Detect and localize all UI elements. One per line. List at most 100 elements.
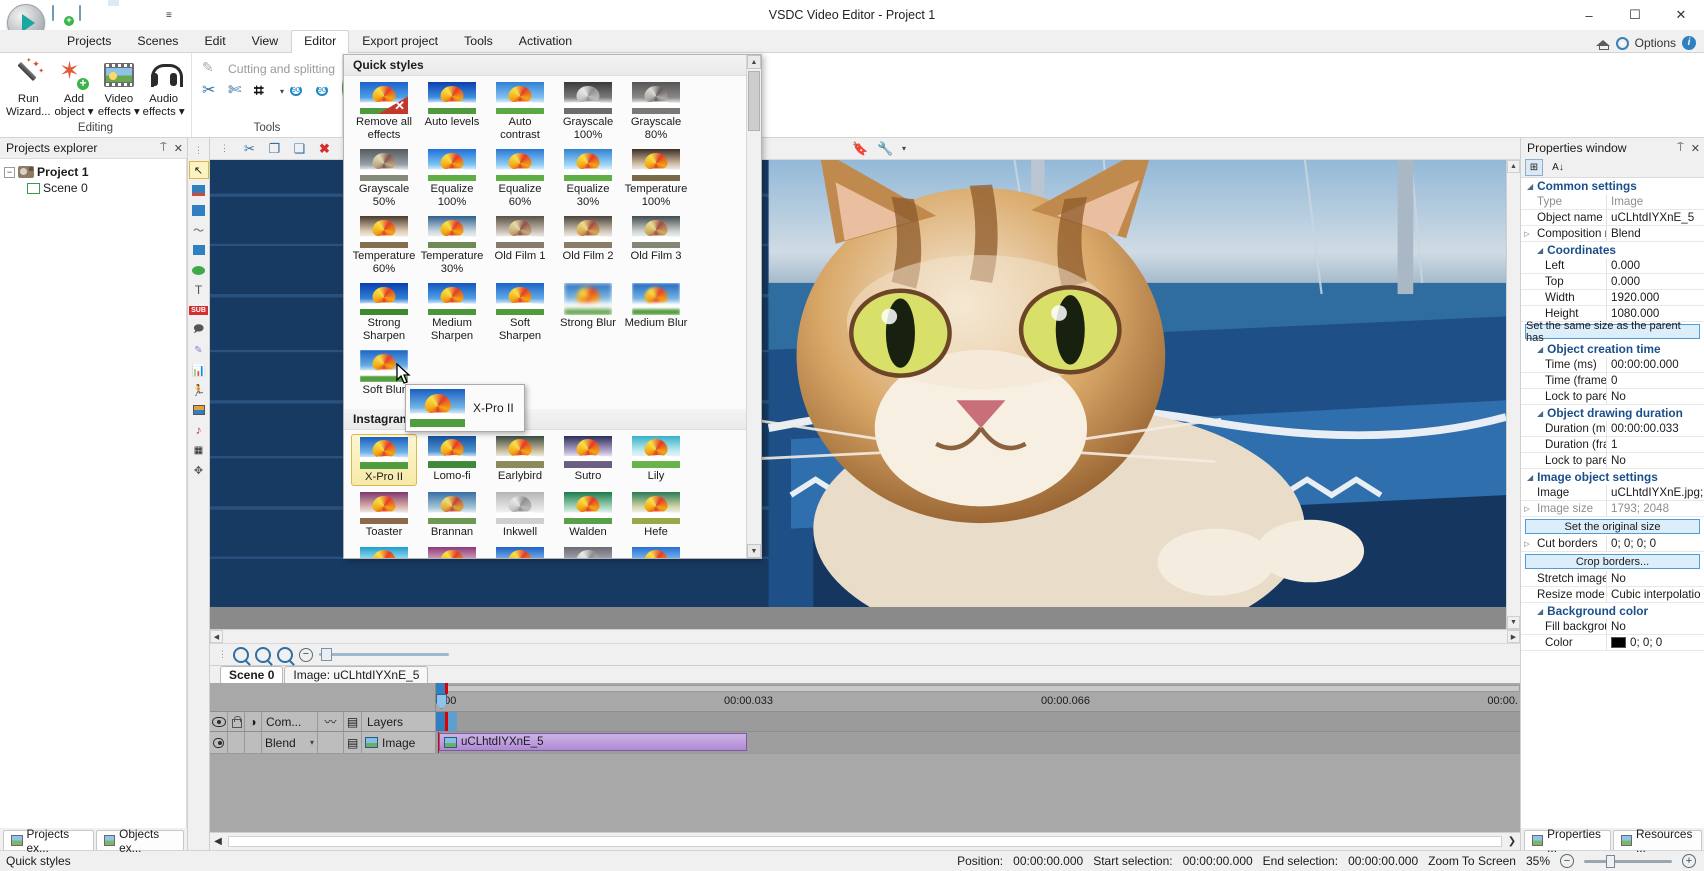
quick-style-item[interactable]: Old Film 1 [487, 214, 553, 277]
zoom-out-icon[interactable] [255, 646, 271, 663]
wrench-dropdown-icon[interactable]: ▾ [902, 144, 906, 153]
prop-left[interactable]: Left 0.000 [1521, 258, 1704, 274]
add-sprite-icon[interactable]: ✎ [190, 342, 208, 358]
quick-style-item[interactable]: Equalize 100% [419, 147, 485, 210]
quick-style-item[interactable]: Old Film 3 [623, 214, 689, 277]
quick-style-item[interactable]: Lily [623, 434, 689, 487]
quick-style-item[interactable]: Toaster [351, 490, 417, 541]
scroll-up-icon[interactable]: ▲ [1507, 160, 1520, 173]
zoom-in-icon[interactable] [233, 646, 249, 663]
prop-image-size[interactable]: ▷ Image size 1793; 2048 [1521, 501, 1704, 517]
quick-style-item[interactable]: 1977 [623, 545, 689, 558]
row-audio-icon[interactable] [318, 732, 344, 753]
rotate-right-icon[interactable]: 90 [316, 81, 336, 101]
timeline-ruler[interactable]: 000 00:00.033 00:00.066 00:00. [436, 683, 1520, 711]
quick-style-item[interactable]: Nashville [487, 545, 553, 558]
prop-lock-parent-creation[interactable]: Lock to parenNo [1521, 389, 1704, 405]
quick-style-item[interactable]: Auto contrast [487, 80, 553, 143]
cut-icon[interactable]: ✂ [202, 81, 222, 101]
quick-style-item[interactable]: Temperature 100% [623, 147, 689, 210]
set-original-size-button[interactable]: Set the original size [1525, 519, 1700, 534]
creation-time-collapse-icon[interactable]: ◢ [1537, 345, 1543, 354]
expand-icon[interactable]: ▷ [1521, 226, 1533, 241]
tab-export-project[interactable]: Export project [349, 30, 451, 53]
prop-time-ms[interactable]: Time (ms) 00:00:00.000 [1521, 357, 1704, 373]
info-icon[interactable]: i [1682, 36, 1696, 50]
add-line-icon[interactable]: 〜 [190, 222, 208, 238]
video-effects-button[interactable]: Video effects ▾ [97, 57, 140, 118]
timeline-scroll-left-icon[interactable]: ◀ [210, 836, 226, 847]
quick-style-item[interactable]: Strong Sharpen [351, 281, 417, 344]
add-sport-icon[interactable]: 🏃 [190, 382, 208, 398]
prop-object-name[interactable]: Object name uCLhtdIYXnE_5 [1521, 210, 1704, 226]
prop-type[interactable]: Type Image [1521, 194, 1704, 210]
timeline-horizontal-scrollbar[interactable] [228, 836, 1502, 847]
timeline-scroll-right-icon[interactable]: ❯ [1504, 836, 1520, 847]
move-tool-icon[interactable]: ✥ [190, 462, 208, 478]
properties-close-icon[interactable]: ✕ [1691, 142, 1700, 155]
zoom-out-button[interactable]: − [1560, 854, 1574, 868]
group-object-drawing-duration[interactable]: ◢ Object drawing duration [1521, 405, 1704, 421]
prop-color-value-wrap[interactable]: 0; 0; 0 [1607, 635, 1704, 650]
prop-time-ms-value[interactable]: 00:00:00.000 [1607, 357, 1704, 372]
canvas-horizontal-scrollbar[interactable]: ◀ ▶ [210, 629, 1520, 643]
prop-duration-frames-value[interactable]: 1 [1607, 437, 1704, 452]
maximize-button[interactable]: ☐ [1612, 0, 1658, 30]
group-image-object-settings[interactable]: ◢ Image object settings [1521, 469, 1704, 485]
prop-color[interactable]: Color 0; 0; 0 [1521, 635, 1704, 651]
prop-lock-parent-creation-value[interactable]: No [1607, 389, 1704, 404]
cut-icon-toolbar[interactable]: ✂ [241, 140, 258, 157]
quick-style-item[interactable]: Hefe [623, 490, 689, 541]
prop-fill-background[interactable]: Fill backgrou No [1521, 619, 1704, 635]
copy-icon[interactable]: ❐ [266, 140, 283, 157]
crop-dropdown-icon[interactable]: ▾ [280, 87, 284, 96]
quick-style-item[interactable]: Auto levels [419, 80, 485, 143]
prop-composition-value[interactable]: Blend [1607, 226, 1704, 241]
tree-item-project[interactable]: − Project 1 [4, 164, 182, 180]
row-layer-name[interactable]: Image [362, 732, 436, 753]
timeline-row[interactable]: Blend ▾ ▤▾ Image [210, 732, 1520, 754]
tree-item-scene[interactable]: Scene 0 [4, 180, 182, 196]
quick-access-more-icon[interactable]: ≡ [166, 10, 172, 21]
tab-projects[interactable]: Projects [54, 30, 124, 53]
tab-properties[interactable]: Properties ... [1524, 827, 1611, 855]
zoom-in-button[interactable]: + [1682, 854, 1696, 868]
prop-resize-mode-value[interactable]: Cubic interpolatio [1607, 587, 1704, 602]
open-project-icon[interactable] [79, 5, 97, 24]
expander-icon[interactable]: − [4, 166, 15, 178]
quick-style-item[interactable]: Grayscale 80% [623, 80, 689, 143]
gear-icon[interactable] [1615, 36, 1629, 50]
row-blend-dropdown[interactable]: Blend ▾ [262, 732, 318, 753]
row-blend-chevron-down-icon[interactable]: ▾ [310, 738, 314, 747]
prop-image-value[interactable]: uCLhtdIYXnE.jpg; [1607, 485, 1704, 500]
canvas-vertical-scrollbar[interactable]: ▲ ▼ [1506, 160, 1520, 629]
tab-activation[interactable]: Activation [506, 30, 585, 53]
quick-style-item[interactable]: Equalize 30% [555, 147, 621, 210]
close-button[interactable]: ✕ [1658, 0, 1704, 30]
tab-projects-explorer[interactable]: Projects ex... [3, 827, 94, 855]
add-effects-icon[interactable]: ▦ [190, 442, 208, 458]
prop-lock-parent-duration-value[interactable]: No [1607, 453, 1704, 468]
prop-fill-background-value[interactable]: No [1607, 619, 1704, 634]
quick-style-item[interactable]: X-Pro II [351, 433, 417, 486]
prop-duration-frames[interactable]: Duration (fra 1 [1521, 437, 1704, 453]
tab-tools[interactable]: Tools [451, 30, 506, 53]
coordinates-collapse-icon[interactable]: ◢ [1537, 246, 1543, 255]
timeline-track[interactable]: uCLhtdIYXnE_5 [436, 732, 1520, 753]
quick-style-item[interactable]: Walden [555, 490, 621, 541]
preview-icon[interactable] [133, 6, 151, 24]
timeline-tab-image[interactable]: Image: uCLhtdIYXnE_5 [284, 666, 429, 683]
background-collapse-icon[interactable]: ◢ [1537, 607, 1543, 616]
status-zoom-slider[interactable] [1584, 854, 1672, 868]
tab-view[interactable]: View [239, 30, 291, 53]
minimize-button[interactable]: – [1566, 0, 1612, 30]
home-icon[interactable] [1595, 37, 1610, 50]
prop-composition-mode[interactable]: ▷ Composition m Blend [1521, 226, 1704, 242]
tab-resources[interactable]: Resources ... [1612, 827, 1703, 855]
quick-style-item[interactable]: Inkwell [487, 490, 553, 541]
new-project-icon[interactable]: + [52, 5, 74, 26]
row-lock-icon[interactable] [228, 732, 245, 753]
split-icon[interactable]: ✄ [228, 81, 248, 101]
zoom-100-icon[interactable] [277, 646, 293, 663]
add-chart-icon[interactable]: 📊 [190, 362, 208, 378]
